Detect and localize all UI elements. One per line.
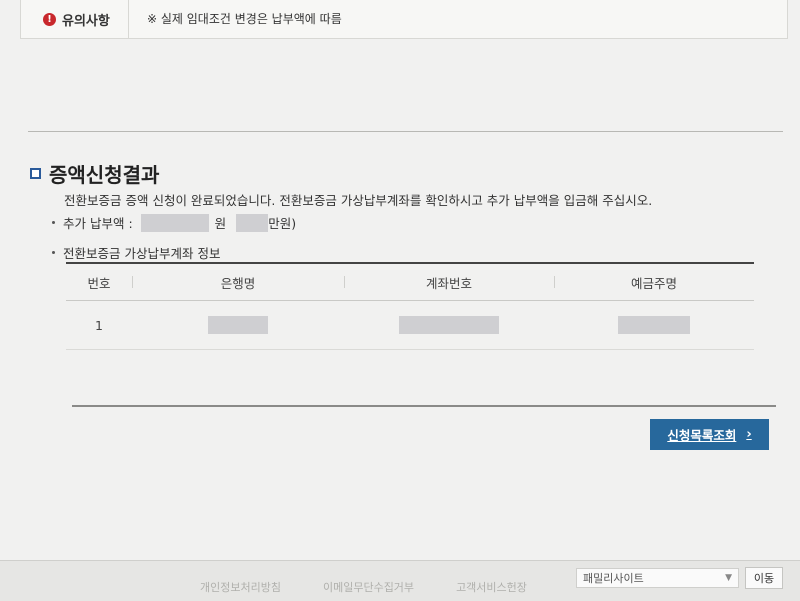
account-table: 번호 은행명 계좌번호 예금주명 1 bbox=[66, 262, 754, 350]
cell-account-holder bbox=[554, 316, 754, 334]
bullet-icon bbox=[52, 251, 55, 254]
header-bank: 은행명 bbox=[132, 273, 344, 292]
additional-payment-row: 추가 납부액 : 원 만원) bbox=[52, 213, 296, 232]
alert-icon: ! bbox=[43, 12, 56, 26]
completion-message: 전환보증금 증액 신청이 완료되었습니다. 전환보증금 가상납부계좌를 확인하시… bbox=[64, 193, 653, 208]
bullet-icon bbox=[52, 221, 55, 224]
footer-link[interactable]: 고객서비스헌장 bbox=[456, 579, 527, 595]
manwon-unit: 만원) bbox=[268, 216, 297, 231]
footer-link[interactable]: 이메일무단수집거부 bbox=[323, 579, 414, 595]
go-button[interactable]: 이동 bbox=[745, 567, 783, 589]
footer-links: 개인정보처리방침 이메일무단수집거부 고객서비스헌장 bbox=[200, 579, 527, 595]
page-title: 증액신청결과 bbox=[49, 163, 160, 187]
square-bullet-icon bbox=[30, 168, 41, 179]
won-unit: 원 bbox=[214, 216, 227, 231]
notice-text: ※ 실제 임대조건 변경은 납부액에 따름 bbox=[147, 12, 342, 26]
table-header: 번호 은행명 계좌번호 예금주명 bbox=[66, 264, 754, 301]
chevron-down-icon: ▼ bbox=[725, 573, 732, 583]
footer-link[interactable]: 개인정보처리방침 bbox=[200, 579, 281, 595]
footer: 개인정보처리방침 이메일무단수집거부 고객서비스헌장 패밀리사이트 ▼ 이동 bbox=[0, 560, 800, 601]
notice-bar: ! 유의사항 ※ 실제 임대조건 변경은 납부액에 따름 bbox=[20, 0, 788, 39]
account-info-row: 전환보증금 가상납부계좌 정보 bbox=[52, 243, 220, 262]
section-title: 증액신청결과 bbox=[30, 159, 159, 188]
chevron-right-icon: › bbox=[746, 427, 752, 442]
redacted-account-number bbox=[399, 316, 499, 334]
table-row: 1 bbox=[66, 301, 754, 350]
redacted-manwon bbox=[236, 213, 269, 232]
header-no: 번호 bbox=[87, 275, 111, 291]
cell-bank bbox=[132, 316, 344, 334]
application-list-label: 신청목록조회 bbox=[667, 428, 737, 443]
notice-heading: ! 유의사항 bbox=[21, 0, 129, 38]
cell-no: 1 bbox=[95, 317, 103, 333]
redacted-account-holder bbox=[618, 316, 690, 334]
additional-payment-label: 추가 납부액 : bbox=[63, 216, 133, 231]
redacted-amount bbox=[140, 213, 209, 232]
table-bottom-divider bbox=[72, 405, 776, 407]
header-account-holder: 예금주명 bbox=[554, 273, 754, 292]
application-list-button[interactable]: 신청목록조회 › bbox=[650, 419, 769, 450]
redacted-bank bbox=[208, 316, 268, 334]
account-info-label: 전환보증금 가상납부계좌 정보 bbox=[63, 246, 221, 261]
section-divider bbox=[28, 131, 783, 132]
family-site-label: 패밀리사이트 bbox=[583, 572, 644, 585]
cell-account-number bbox=[344, 316, 554, 334]
family-site-select[interactable]: 패밀리사이트 ▼ bbox=[576, 568, 739, 588]
header-account-number: 계좌번호 bbox=[344, 273, 554, 292]
notice-heading-label: 유의사항 bbox=[62, 13, 110, 29]
